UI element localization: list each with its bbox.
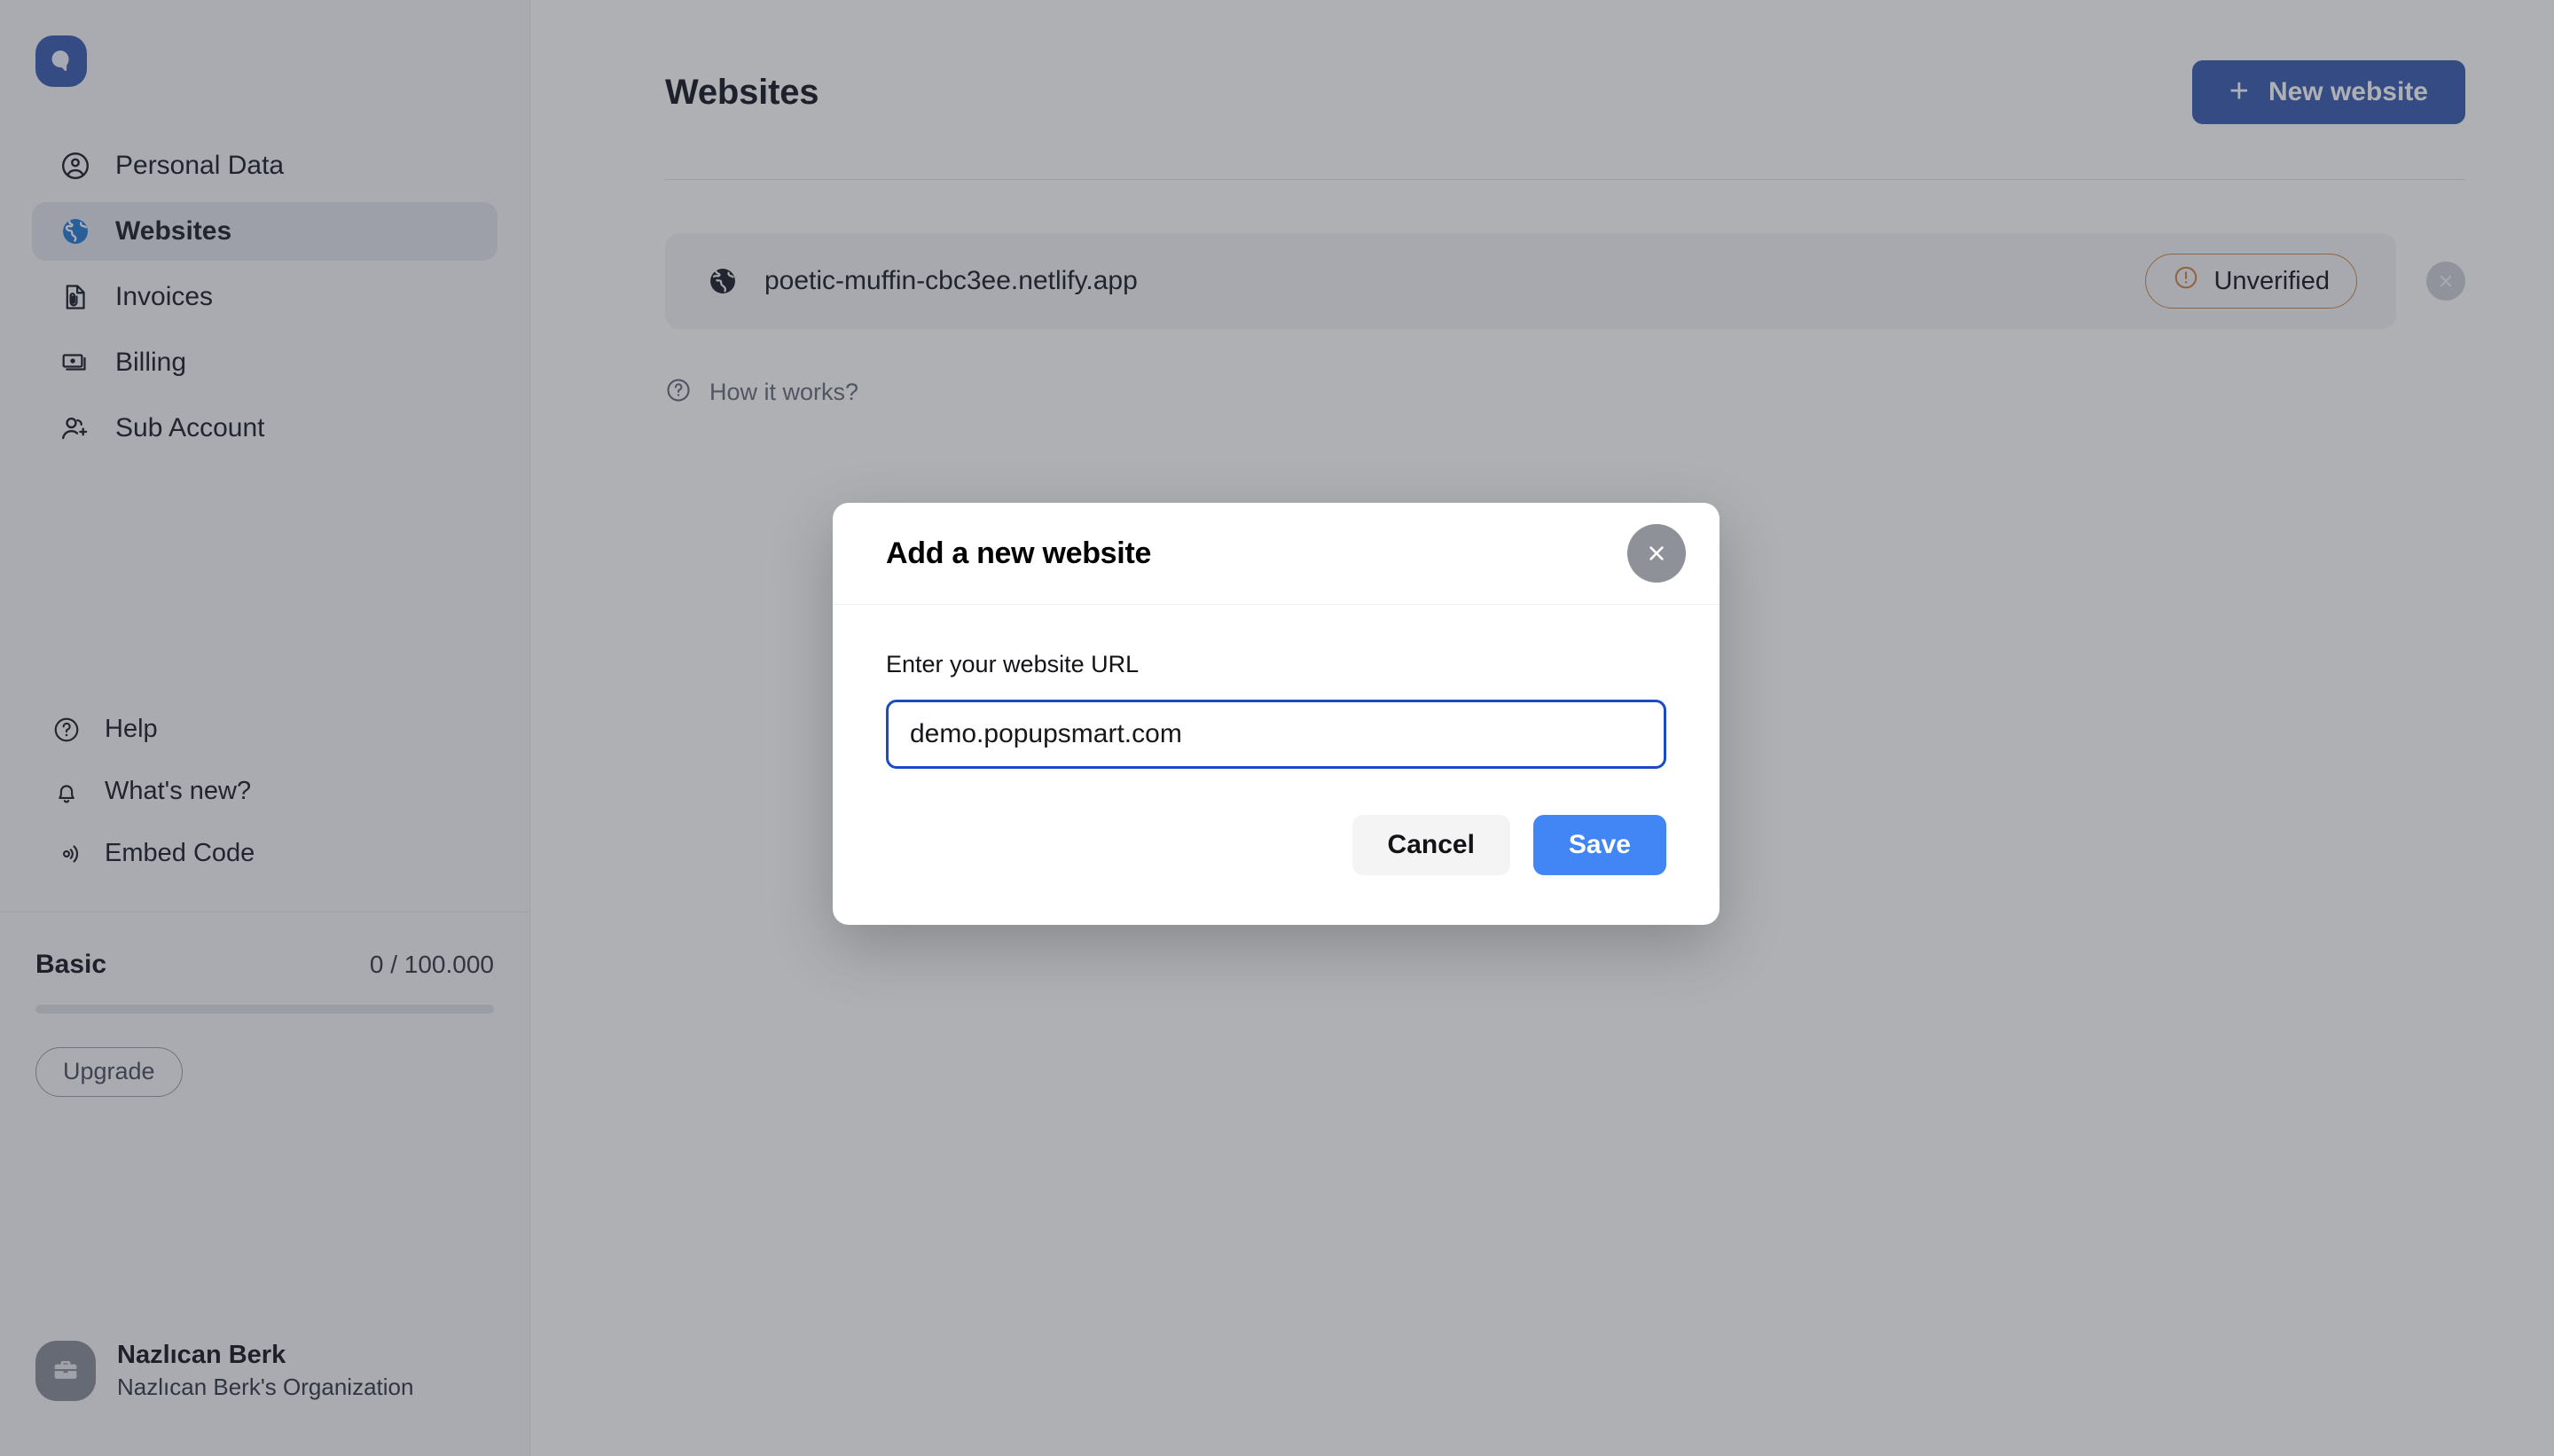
close-icon[interactable] [1627,524,1686,583]
save-button[interactable]: Save [1532,815,1666,875]
modal-title: Add a new website [886,536,1152,570]
url-field-label: Enter your website URL [886,651,1140,677]
modal-actions: Cancel Save [833,769,1720,925]
modal-header: Add a new website [833,503,1720,605]
modal-body: Enter your website URL [833,605,1720,769]
cancel-button[interactable]: Cancel [1351,815,1510,875]
url-input[interactable] [886,700,1666,769]
add-website-modal: Add a new website Enter your website URL… [833,503,1720,925]
